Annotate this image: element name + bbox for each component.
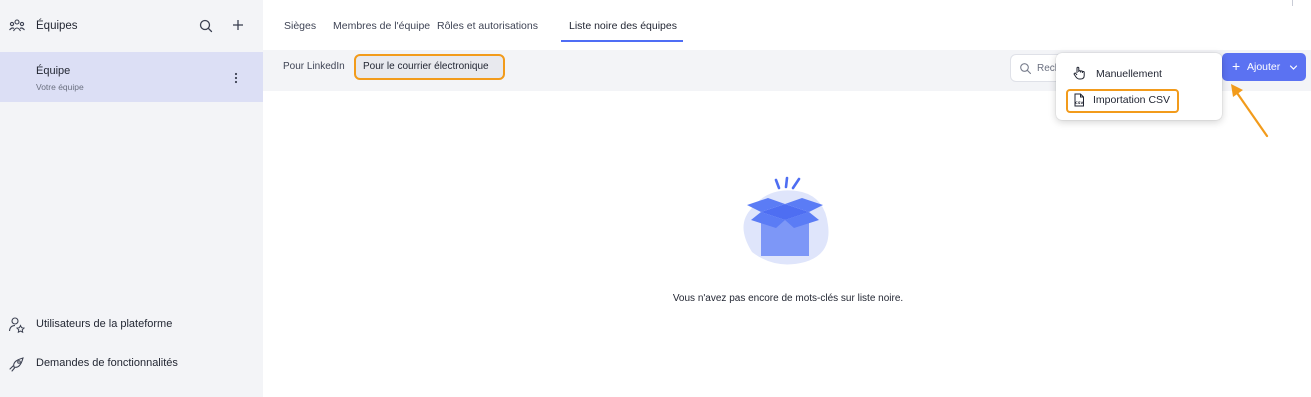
menu-item-manual[interactable]: Manuellement xyxy=(1066,62,1212,86)
vertical-dots-icon[interactable] xyxy=(231,70,241,86)
sidebar-item-label: Demandes de fonctionnalités xyxy=(36,357,178,369)
team-subtitle: Votre équipe xyxy=(36,82,84,92)
sidebar-item-feature-requests[interactable]: Demandes de fonctionnalités xyxy=(0,346,263,382)
tab-seats[interactable]: Sièges xyxy=(284,20,316,32)
tab-bar: Sièges Membres de l'équipe Rôles et auto… xyxy=(263,0,1311,44)
search-icon[interactable] xyxy=(197,17,215,35)
open-box-icon xyxy=(743,176,829,265)
menu-item-label: Importation CSV xyxy=(1093,94,1171,106)
search-icon xyxy=(1020,63,1032,75)
csv-file-icon: CSV xyxy=(1074,93,1084,107)
sidebar: Équipes Équipe Votre équipe Utilisateurs… xyxy=(0,0,263,397)
svg-text:CSV: CSV xyxy=(1075,101,1083,105)
plus-icon: + xyxy=(1232,58,1241,74)
sidebar-item-platform-users[interactable]: Utilisateurs de la plateforme xyxy=(0,307,263,343)
sidebar-item-label: Utilisateurs de la plateforme xyxy=(36,318,173,330)
plus-icon xyxy=(233,20,243,30)
subtab-linkedin[interactable]: Pour LinkedIn xyxy=(283,61,345,72)
subtab-email-label: Pour le courrier électronique xyxy=(363,61,489,72)
chevron-down-icon xyxy=(1289,65,1298,70)
menu-item-csv-import[interactable]: CSV Importation CSV xyxy=(1066,89,1179,113)
empty-state-message: Vous n'avez pas encore de mots-clés sur … xyxy=(672,293,904,304)
menu-item-label: Manuellement xyxy=(1096,68,1162,80)
sidebar-item-team[interactable]: Équipe Votre équipe xyxy=(0,52,263,102)
team-icon xyxy=(9,19,25,32)
sidebar-header: Équipes xyxy=(0,0,263,52)
hand-pointer-icon xyxy=(1073,66,1085,80)
user-star-icon xyxy=(8,317,26,334)
tab-team-blacklist[interactable]: Liste noire des équipes xyxy=(569,20,677,32)
sidebar-title: Équipes xyxy=(36,20,78,32)
add-button-label: Ajouter xyxy=(1247,61,1281,73)
add-button[interactable]: + Ajouter xyxy=(1222,53,1306,81)
tab-roles-permissions[interactable]: Rôles et autorisations xyxy=(437,20,538,32)
active-tab-indicator xyxy=(561,40,683,42)
app-window: Équipes Équipe Votre équipe Utilisateurs… xyxy=(0,0,1311,397)
divider xyxy=(1292,0,1293,6)
team-name: Équipe xyxy=(36,65,71,77)
subtab-email[interactable]: Pour le courrier électronique xyxy=(354,54,505,80)
annotation-arrow xyxy=(1231,84,1269,138)
add-team-button[interactable] xyxy=(229,16,247,34)
tab-team-members[interactable]: Membres de l'équipe xyxy=(333,20,430,32)
add-dropdown-menu: Manuellement CSV Importation CSV xyxy=(1056,53,1222,120)
rocket-icon xyxy=(9,357,24,372)
